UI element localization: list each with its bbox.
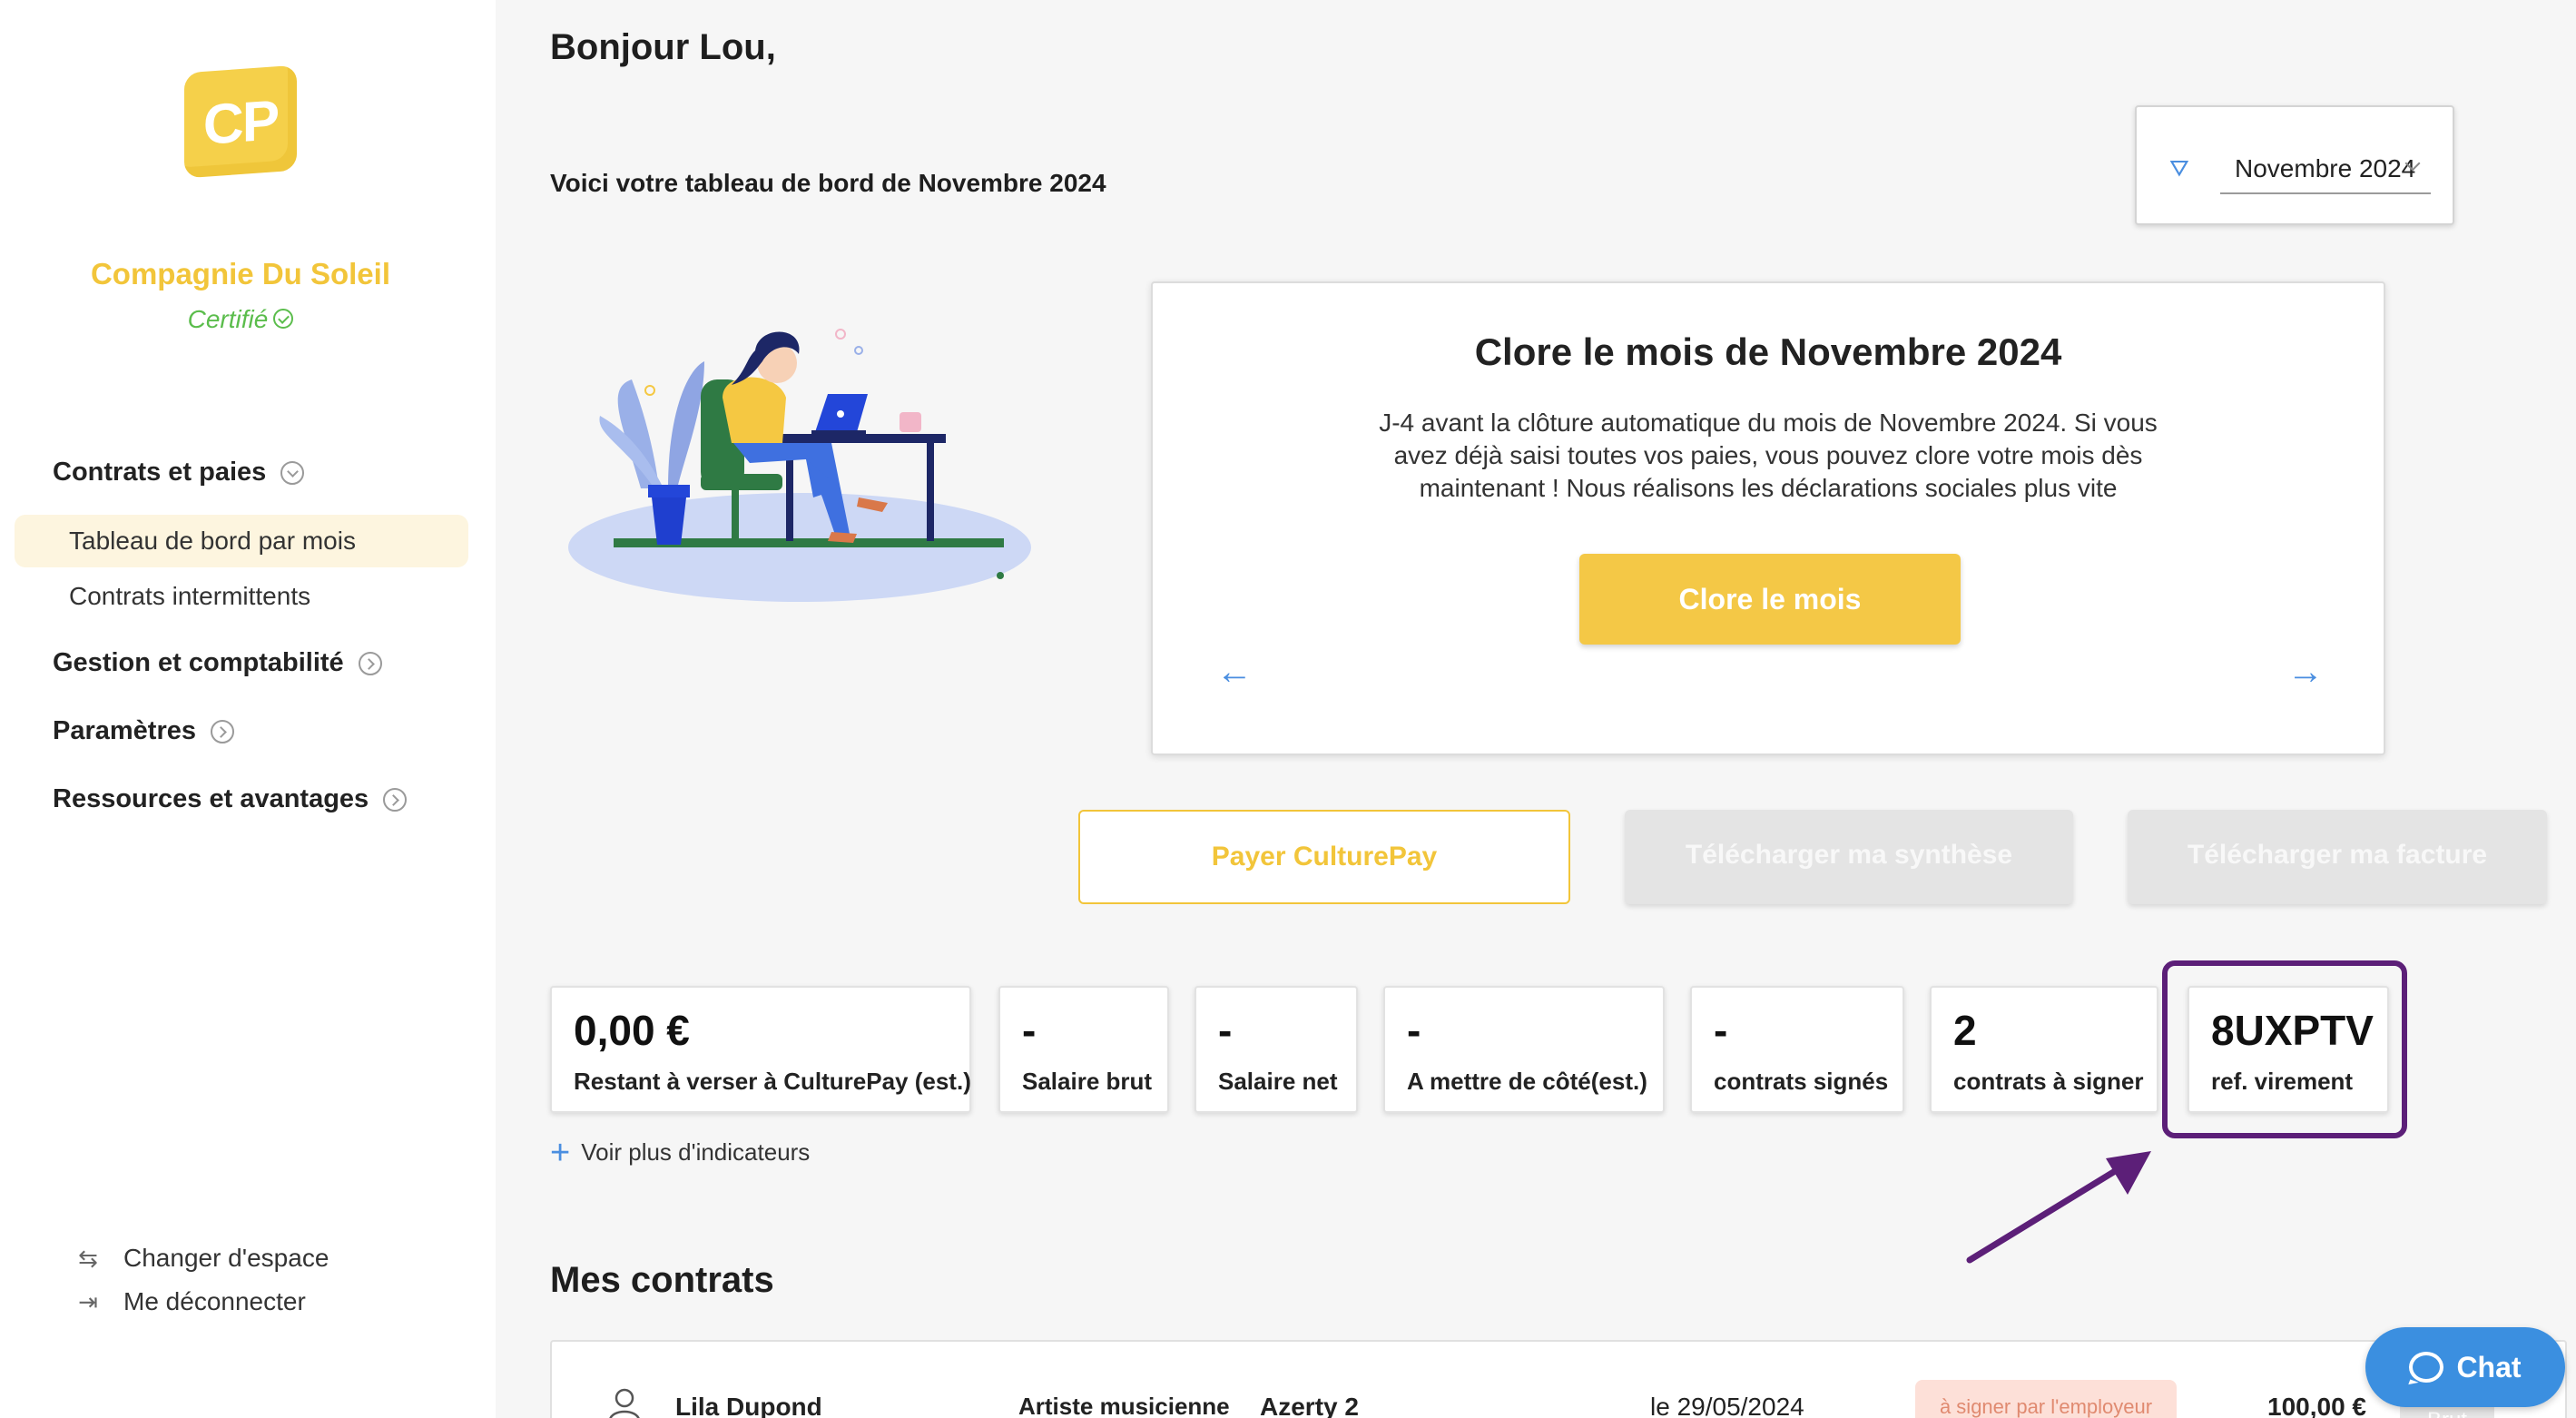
chat-label: Chat bbox=[2456, 1350, 2522, 1384]
company-name: Compagnie Du Soleil bbox=[90, 257, 391, 290]
page-subtitle: Voici votre tableau de bord de Novembre … bbox=[550, 169, 1106, 197]
chat-bubble-icon bbox=[2409, 1352, 2444, 1383]
kpi-label: contrats signés bbox=[1714, 1068, 1889, 1095]
status-badge: à signer par l'employeur bbox=[1915, 1380, 2177, 1418]
kpi-value: - bbox=[1218, 1007, 1233, 1054]
user-icon bbox=[609, 1388, 640, 1418]
more-indicators-label: Voir plus d'indicateurs bbox=[581, 1138, 811, 1166]
kpi-label: contrats à signer bbox=[1953, 1068, 2144, 1095]
company-logo: CP bbox=[184, 64, 297, 179]
download-invoice-button[interactable]: Télécharger ma facture bbox=[2128, 810, 2547, 904]
sidebar-item-intermittent[interactable]: Contrats intermittents bbox=[15, 570, 468, 623]
kpi-card: - A mettre de côté(est.) bbox=[1383, 986, 1665, 1113]
chevron-right-icon bbox=[358, 651, 382, 675]
chat-button[interactable]: Chat bbox=[2365, 1327, 2565, 1407]
contract-name: Lila Dupond bbox=[675, 1393, 822, 1418]
kpi-card: - contrats signés bbox=[1690, 986, 1904, 1113]
certified-label: Certifié bbox=[187, 305, 269, 333]
kpi-value: 2 bbox=[1953, 1007, 1977, 1054]
kpi-card: - Salaire net bbox=[1195, 986, 1358, 1113]
nav-group-label: Contrats et paies bbox=[53, 458, 267, 487]
logout-icon: ⇥ bbox=[78, 1288, 98, 1315]
more-indicators-link[interactable]: + Voir plus d'indicateurs bbox=[550, 1133, 811, 1172]
sidebar-item-dashboard[interactable]: Tableau de bord par mois bbox=[15, 515, 468, 567]
kpi-card: 2 contrats à signer bbox=[1930, 986, 2158, 1113]
contract-project: Azerty 2 bbox=[1260, 1393, 1359, 1418]
nav-group-resources[interactable]: Ressources et avantages bbox=[53, 784, 408, 814]
check-circle-icon bbox=[273, 308, 294, 329]
contract-date: le 29/05/2024 bbox=[1650, 1393, 1804, 1418]
nav-group-management[interactable]: Gestion et comptabilité bbox=[53, 648, 382, 678]
month-filter: ⛛ Novembre 2024 bbox=[2135, 105, 2454, 225]
kpi-value: - bbox=[1407, 1007, 1421, 1054]
next-arrow-icon[interactable]: → bbox=[2287, 652, 2324, 693]
kpi-label: Salaire net bbox=[1218, 1068, 1338, 1095]
prev-arrow-icon[interactable]: ← bbox=[1216, 652, 1253, 693]
logo-text: CP bbox=[202, 89, 279, 157]
chevron-right-icon bbox=[383, 787, 408, 812]
switch-space-label: Changer d'espace bbox=[123, 1244, 329, 1272]
contract-role: Artiste musicienne bbox=[1018, 1393, 1230, 1418]
kpi-value: - bbox=[1022, 1007, 1037, 1054]
table-row[interactable]: Lila Dupond Artiste musicienne Azerty 2 … bbox=[550, 1340, 2567, 1418]
close-month-card: Clore le mois de Novembre 2024 J-4 avant… bbox=[1151, 281, 2385, 755]
download-summary-button[interactable]: Télécharger ma synthèse bbox=[1625, 810, 2073, 904]
annotation-arrow-icon bbox=[1966, 1151, 2151, 1264]
filter-icon: ⛛ bbox=[2169, 154, 2189, 182]
woman-at-desk-illustration bbox=[568, 329, 1031, 602]
plus-icon: + bbox=[550, 1133, 571, 1172]
close-month-title: Clore le mois de Novembre 2024 bbox=[1474, 330, 2062, 373]
greeting: Bonjour Lou, bbox=[550, 27, 776, 67]
kpi-value: 0,00 € bbox=[574, 1007, 690, 1054]
nav-group-label: Paramètres bbox=[53, 716, 196, 745]
close-month-text: J-4 avant la clôture automatique du mois… bbox=[1379, 409, 2158, 502]
kpi-label: A mettre de côté(est.) bbox=[1407, 1068, 1647, 1095]
contracts-title: Mes contrats bbox=[550, 1260, 774, 1300]
month-select[interactable]: Novembre 2024 bbox=[2220, 147, 2431, 194]
kpi-card: - Salaire brut bbox=[998, 986, 1169, 1113]
nav-group-settings[interactable]: Paramètres bbox=[53, 716, 234, 746]
logout-label: Me déconnecter bbox=[123, 1287, 306, 1315]
highlight-box bbox=[2162, 960, 2407, 1138]
kpi-value: - bbox=[1714, 1007, 1728, 1054]
month-select-value: Novembre 2024 bbox=[2235, 154, 2416, 182]
close-month-button[interactable]: Clore le mois bbox=[1579, 554, 1961, 645]
contract-amount: 100,00 € bbox=[2267, 1393, 2366, 1418]
nav-group-label: Gestion et comptabilité bbox=[53, 648, 344, 677]
nav-group-label: Ressources et avantages bbox=[53, 784, 369, 813]
kpi-card: 0,00 € Restant à verser à CulturePay (es… bbox=[550, 986, 971, 1113]
sidebar: CP Compagnie Du Soleil Certifié Contrats… bbox=[0, 0, 496, 1418]
swap-arrows-icon: ⇆ bbox=[78, 1245, 98, 1272]
nav-group-contracts[interactable]: Contrats et paies bbox=[53, 458, 305, 487]
chevron-right-icon bbox=[211, 719, 234, 743]
kpi-label: Salaire brut bbox=[1022, 1068, 1153, 1095]
certified-badge: Certifié bbox=[0, 305, 481, 334]
logout-link[interactable]: ⇥ Me déconnecter bbox=[73, 1287, 306, 1316]
switch-space-link[interactable]: ⇆ Changer d'espace bbox=[73, 1244, 329, 1273]
kpi-label: Restant à verser à CulturePay (est.) bbox=[574, 1068, 971, 1095]
chevron-down-icon bbox=[280, 460, 305, 485]
pay-culturepay-button[interactable]: Payer CulturePay bbox=[1078, 810, 1570, 904]
